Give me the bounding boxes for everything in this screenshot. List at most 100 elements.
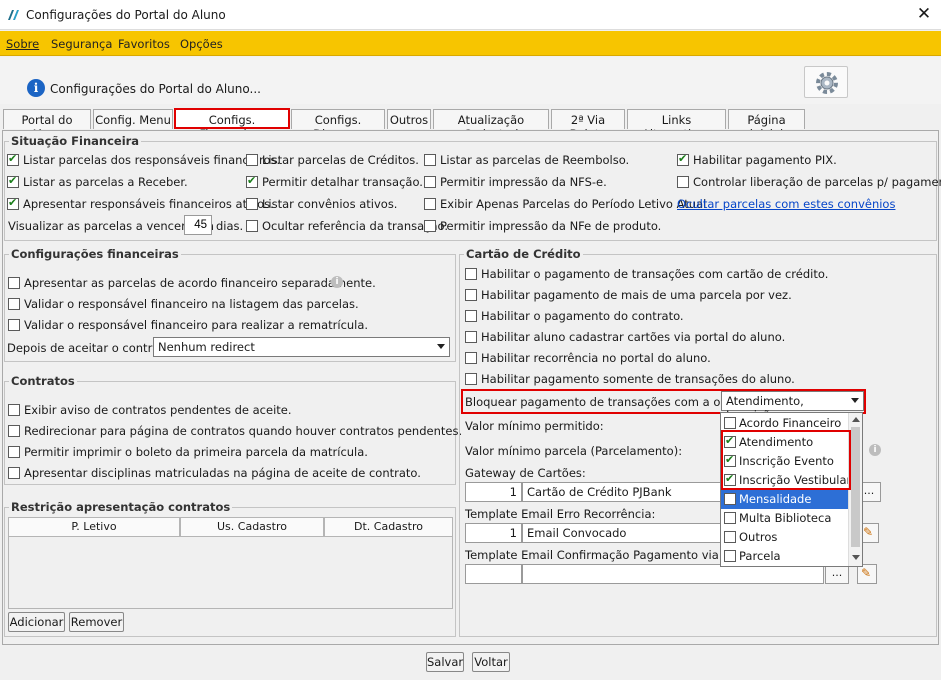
dd-checkbox[interactable] bbox=[724, 512, 736, 524]
tab-outros[interactable]: Outros bbox=[387, 109, 431, 129]
cb-somente-transacoes-aluno[interactable] bbox=[465, 373, 477, 385]
template-erro-code-input[interactable]: 1 bbox=[465, 523, 522, 543]
cb-redirecionar-contratos[interactable] bbox=[8, 425, 20, 437]
dd-label: Mensalidade bbox=[739, 492, 812, 506]
edit-template-conf-icon[interactable] bbox=[857, 564, 877, 584]
cb-apresentar-responsaveis[interactable] bbox=[7, 196, 19, 210]
label-habilitar-pix: Habilitar pagamento PIX. bbox=[693, 153, 837, 167]
situacao-financeira-title: Situação Financeira bbox=[9, 134, 142, 148]
cb-impressao-nfse[interactable] bbox=[424, 176, 436, 188]
salvar-button[interactable]: Salvar bbox=[426, 652, 464, 672]
contratos-title: Contratos bbox=[9, 374, 77, 388]
tab-pagina-inicial[interactable]: Página inicial bbox=[728, 109, 805, 141]
tab-config-menu[interactable]: Config. Menu bbox=[93, 109, 173, 129]
label-validar-listagem: Validar o responsável financeiro na list… bbox=[24, 297, 359, 311]
label-depois-aceitar: Depois de aceitar o contrato: bbox=[7, 341, 175, 355]
template-conf-code-input[interactable] bbox=[465, 564, 522, 584]
cb-impressao-nfe-produto[interactable] bbox=[424, 220, 436, 232]
dd-item-outros[interactable]: Outros bbox=[721, 528, 849, 547]
gateway-code-input[interactable]: 1 bbox=[465, 482, 522, 502]
label-apresentar-responsaveis: Apresentar responsáveis financeiros ativ… bbox=[23, 197, 274, 211]
cb-mais-de-uma-parcela[interactable] bbox=[465, 289, 477, 301]
label-redirecionar-contratos: Redirecionar para página de contratos qu… bbox=[24, 424, 463, 438]
label-impressao-nfse: Permitir impressão da NFS-e. bbox=[440, 175, 607, 189]
cb-habilitar-cartao[interactable] bbox=[465, 268, 477, 280]
restricao-title: Restrição apresentação contratos bbox=[9, 500, 233, 514]
label-cadastrar-cartoes: Habilitar aluno cadastrar cartões via po… bbox=[481, 330, 786, 344]
dd-item-parcela[interactable]: Parcela bbox=[721, 547, 849, 566]
tab-configs-financeiras[interactable]: Configs. Financeiras bbox=[174, 108, 290, 141]
cb-controlar-liberacao[interactable] bbox=[677, 176, 689, 188]
cb-validar-listagem[interactable] bbox=[8, 298, 20, 310]
dd-item-multa-biblioteca[interactable]: Multa Biblioteca bbox=[721, 509, 849, 528]
scroll-down-icon[interactable] bbox=[852, 555, 860, 560]
label-template-erro: Template Email Erro Recorrência: bbox=[465, 507, 656, 521]
dd-label: Multa Biblioteca bbox=[739, 511, 832, 525]
dd-checkbox[interactable] bbox=[724, 531, 736, 543]
gateway-name-input[interactable]: Cartão de Crédito PJBank bbox=[522, 482, 722, 502]
cb-cadastrar-cartoes[interactable] bbox=[465, 331, 477, 343]
label-somente-transacoes-aluno: Habilitar pagamento somente de transaçõe… bbox=[481, 372, 795, 386]
scroll-thumb[interactable] bbox=[851, 427, 860, 547]
info-hint-icon: i bbox=[331, 276, 343, 288]
adicionar-button[interactable]: Adicionar bbox=[8, 612, 65, 632]
tab-links-alternativos[interactable]: Links Alternativos bbox=[627, 109, 726, 141]
chevron-down-icon bbox=[437, 344, 445, 349]
label-habilitar-cartao: Habilitar o pagamento de transações com … bbox=[481, 267, 829, 281]
cb-aviso-contratos[interactable] bbox=[8, 404, 20, 416]
cb-pagamento-contrato[interactable] bbox=[465, 310, 477, 322]
col-dt-cadastro[interactable]: Dt. Cadastro bbox=[324, 517, 453, 537]
cartao-credito-title: Cartão de Crédito bbox=[464, 247, 583, 261]
dd-item-mensalidade[interactable]: Mensalidade bbox=[721, 490, 849, 509]
scroll-up-icon[interactable] bbox=[852, 417, 860, 422]
label-imprimir-boleto: Permitir imprimir o boleto da primeira p… bbox=[24, 445, 368, 459]
menu-seguranca[interactable]: Segurança bbox=[51, 37, 112, 51]
template-erro-name-input[interactable]: Email Convocado bbox=[522, 523, 722, 543]
redirect-select-value: Nenhum redirect bbox=[158, 340, 255, 354]
menu-opcoes[interactable]: Opções bbox=[180, 37, 223, 51]
title-bar: Configurações do Portal do Aluno ✕ bbox=[0, 0, 941, 30]
ocultar-convenios-link[interactable]: Ocultar parcelas com estes convênios bbox=[677, 197, 895, 211]
close-icon[interactable]: ✕ bbox=[914, 4, 934, 24]
dd-checkbox[interactable] bbox=[724, 550, 736, 562]
label-template-confirmacao: Template Email Confirmação Pagamento via… bbox=[465, 548, 761, 562]
cb-disciplinas-aceite[interactable] bbox=[8, 467, 20, 479]
col-us-cadastro[interactable]: Us. Cadastro bbox=[180, 517, 324, 537]
dd-checkbox[interactable] bbox=[724, 493, 736, 505]
cb-listar-creditos[interactable] bbox=[246, 154, 258, 166]
settings-button[interactable] bbox=[804, 66, 848, 98]
cb-habilitar-pix[interactable] bbox=[677, 152, 689, 166]
cb-listar-reembolso[interactable] bbox=[424, 154, 436, 166]
tab-atualizacao-cadastral[interactable]: Atualização Cadastral bbox=[433, 109, 549, 141]
template-conf-search-button[interactable]: ... bbox=[825, 564, 849, 584]
template-conf-name-input[interactable] bbox=[522, 564, 824, 584]
page-header bbox=[0, 57, 941, 104]
label-listar-parcelas-receber: Listar as parcelas a Receber. bbox=[23, 175, 188, 189]
remover-button[interactable]: Remover bbox=[69, 612, 124, 632]
dias-vencer-input[interactable] bbox=[184, 215, 212, 235]
cb-recorrencia[interactable] bbox=[465, 352, 477, 364]
cb-imprimir-boleto[interactable] bbox=[8, 446, 20, 458]
voltar-button[interactable]: Voltar bbox=[472, 652, 510, 672]
cb-validar-rematricula[interactable] bbox=[8, 319, 20, 331]
tab-portal-do-aluno[interactable]: Portal do Aluno bbox=[3, 109, 91, 141]
cb-ocultar-referencia[interactable] bbox=[246, 220, 258, 232]
cb-listar-parcelas-receber[interactable] bbox=[7, 174, 19, 188]
label-listar-creditos: Listar parcelas de Créditos. bbox=[262, 153, 419, 167]
info-hint-icon: i bbox=[869, 444, 881, 456]
redirect-select[interactable]: Nenhum redirect bbox=[153, 337, 450, 357]
cb-periodo-letivo-atual[interactable] bbox=[424, 198, 436, 210]
financial-settings-panel: Situação Financeira Listar parcelas dos … bbox=[2, 130, 941, 645]
cb-acordo-separado[interactable] bbox=[8, 277, 20, 289]
cb-detalhar-transacao[interactable] bbox=[246, 174, 258, 188]
label-valor-minimo-parcela: Valor mínimo parcela (Parcelamento): bbox=[465, 444, 683, 458]
menu-sobre[interactable]: Sobre bbox=[6, 37, 39, 51]
dd-checkbox[interactable] bbox=[724, 417, 736, 429]
menu-favoritos[interactable]: Favoritos bbox=[118, 37, 170, 51]
tab-2via-boleto[interactable]: 2ª Via Boleto bbox=[551, 109, 625, 141]
label-recorrencia: Habilitar recorrência no portal do aluno… bbox=[481, 351, 711, 365]
cb-listar-convenios[interactable] bbox=[246, 198, 258, 210]
tab-configs-diversas[interactable]: Configs. Diversas bbox=[291, 109, 385, 141]
cb-listar-parcelas-responsaveis[interactable] bbox=[7, 152, 19, 166]
col-p-letivo[interactable]: P. Letivo bbox=[8, 517, 180, 537]
